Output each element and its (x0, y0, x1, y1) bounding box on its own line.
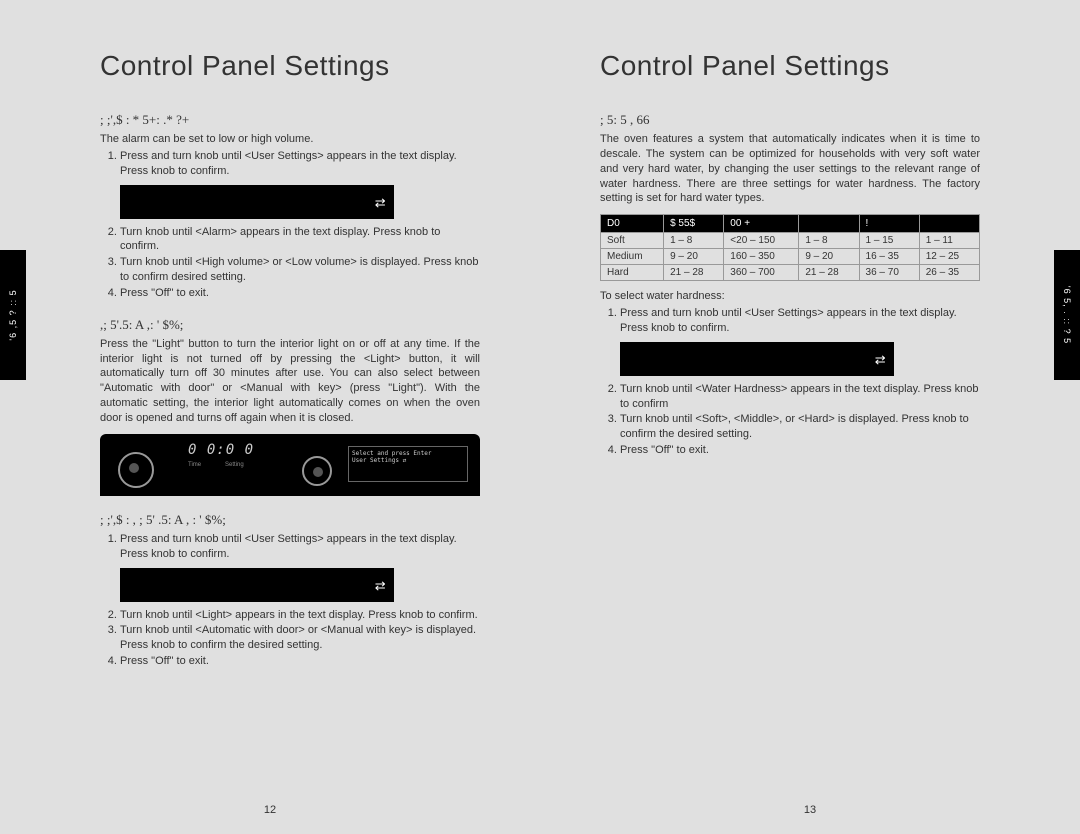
list-item: Press and turn knob until <User Settings… (620, 306, 980, 336)
page-right: Control Panel Settings ; 5: 5 , 66 The o… (540, 0, 1080, 834)
table-cell: Medium (601, 249, 664, 265)
table-cell: 21 – 28 (799, 265, 859, 281)
table-cell: 360 – 700 (724, 265, 799, 281)
light-setting-steps-cont: Turn knob until <Light> appears in the t… (100, 608, 480, 669)
table-row: Hard21 – 28360 – 70021 – 2836 – 7026 – 3… (601, 265, 980, 281)
list-item: Turn knob until <Light> appears in the t… (120, 608, 480, 623)
hardness-steps: Press and turn knob until <User Settings… (600, 306, 980, 336)
control-panel-image: 0 0:0 0 Time Setting Select and press En… (100, 434, 480, 496)
table-cell: 16 – 35 (859, 249, 919, 265)
alarm-steps: Press and turn knob until <User Settings… (100, 149, 480, 179)
table-cell: 160 – 350 (724, 249, 799, 265)
list-item: Press "Off" to exit. (120, 654, 480, 669)
alarm-intro: The alarm can be set to low or high volu… (100, 132, 480, 147)
knob-left (118, 452, 154, 488)
swap-icon: ⇄ (875, 352, 886, 368)
digital-time: 0 0:0 0 (188, 442, 254, 458)
table-row: Medium9 – 20160 – 3509 – 2016 – 3512 – 2… (601, 249, 980, 265)
list-item: Turn knob until <Soft>, <Middle>, or <Ha… (620, 412, 980, 442)
knob-right (302, 456, 332, 486)
alarm-steps-cont: Turn knob until <Alarm> appears in the t… (100, 225, 480, 301)
section-heading-light: ,; 5'.5: A ,: ' $%; (100, 317, 480, 333)
page-title: Control Panel Settings (100, 50, 480, 82)
light-body: Press the "Light" button to turn the int… (100, 337, 480, 426)
display-line1: Select and press Enter (352, 450, 464, 457)
select-hardness-intro: To select water hardness: (600, 289, 980, 304)
page-title: Control Panel Settings (600, 50, 980, 82)
section-heading-water: ; 5: 5 , 66 (600, 112, 980, 128)
list-item: Turn knob until <High volume> or <Low vo… (120, 255, 480, 285)
section-heading-light-setting: ; ;',$ : , ; 5' .5: A , : ' $%; (100, 512, 480, 528)
table-header: $ 55$ (664, 215, 724, 233)
table-cell: Soft (601, 233, 664, 249)
table-header-row: D0 $ 55$ 00 + ! (601, 215, 980, 233)
table-cell: 1 – 11 (919, 233, 979, 249)
table-row: Soft1 – 8<20 – 1501 – 81 – 151 – 11 (601, 233, 980, 249)
section-heading-alarm: ; ;',$ : * 5+: .* ?+ (100, 112, 480, 128)
table-cell: 12 – 25 (919, 249, 979, 265)
page-number: 12 (264, 804, 276, 816)
table-header (799, 215, 859, 233)
display-placeholder: ⇄ (620, 342, 894, 376)
table-header (919, 215, 979, 233)
table-cell: 9 – 20 (799, 249, 859, 265)
list-item: Press "Off" to exit. (120, 286, 480, 301)
water-intro: The oven features a system that automati… (600, 132, 980, 206)
hardness-steps-cont: Turn knob until <Water Hardness> appears… (600, 382, 980, 458)
table-cell: <20 – 150 (724, 233, 799, 249)
label-time: Time (188, 462, 201, 468)
table-cell: 1 – 8 (664, 233, 724, 249)
display-placeholder: ⇄ (120, 568, 394, 602)
table-cell: Hard (601, 265, 664, 281)
hardness-table: D0 $ 55$ 00 + ! Soft1 – 8<20 – 1501 – 81… (600, 214, 980, 281)
table-cell: 21 – 28 (664, 265, 724, 281)
page-left: Control Panel Settings ; ;',$ : * 5+: .*… (0, 0, 540, 834)
table-cell: 1 – 15 (859, 233, 919, 249)
display-line2: User Settings ⇄ (352, 457, 464, 464)
table-cell: 36 – 70 (859, 265, 919, 281)
panel-text-display: Select and press Enter User Settings ⇄ (348, 446, 468, 482)
list-item: Turn knob until <Water Hardness> appears… (620, 382, 980, 412)
table-header: 00 + (724, 215, 799, 233)
list-item: Press "Off" to exit. (620, 443, 980, 458)
label-setting: Setting (225, 462, 244, 468)
table-header: D0 (601, 215, 664, 233)
swap-icon: ⇄ (375, 195, 386, 211)
list-item: Press and turn knob until <User Settings… (120, 532, 480, 562)
table-header: ! (859, 215, 919, 233)
display-placeholder: ⇄ (120, 185, 394, 219)
list-item: Press and turn knob until <User Settings… (120, 149, 480, 179)
table-cell: 9 – 20 (664, 249, 724, 265)
swap-icon: ⇄ (375, 578, 386, 594)
list-item: Turn knob until <Alarm> appears in the t… (120, 225, 480, 255)
table-cell: 1 – 8 (799, 233, 859, 249)
list-item: Turn knob until <Automatic with door> or… (120, 623, 480, 653)
light-setting-steps: Press and turn knob until <User Settings… (100, 532, 480, 562)
table-cell: 26 – 35 (919, 265, 979, 281)
page-number: 13 (804, 804, 816, 816)
